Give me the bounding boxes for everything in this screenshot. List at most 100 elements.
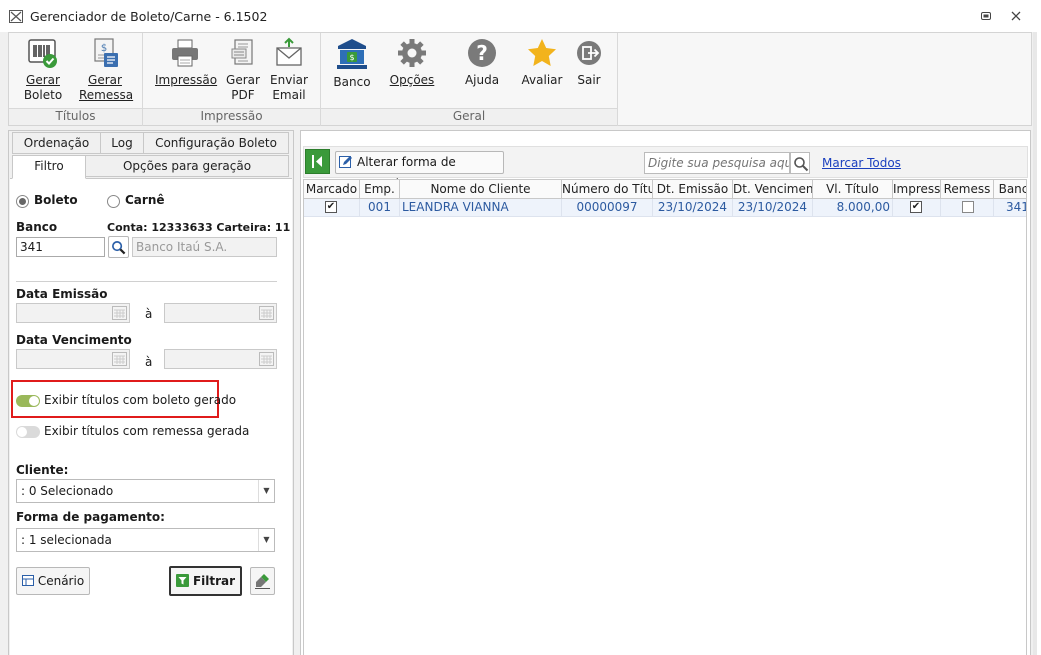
- column-header[interactable]: Marcado: [304, 180, 360, 199]
- cenario-button[interactable]: Cenário: [16, 567, 90, 595]
- app-icon: [9, 10, 23, 23]
- column-header[interactable]: Impress: [893, 180, 941, 199]
- group-label-impressao: Impressão: [143, 108, 320, 125]
- cliente-label: Cliente:: [16, 463, 69, 477]
- gerar-remessa-button[interactable]: $ Gerar Remessa: [79, 37, 134, 103]
- enviar-email-button[interactable]: Enviar Email: [270, 37, 308, 103]
- tab-opcoes-geracao[interactable]: Opções para geração: [85, 155, 289, 177]
- gerar-boleto-label-1: Gerar: [26, 73, 60, 87]
- column-header[interactable]: Vl. Título: [813, 180, 893, 199]
- column-header[interactable]: Remess: [941, 180, 994, 199]
- gerar-pdf-button[interactable]: Gerar PDF: [225, 37, 261, 103]
- ajuda-label: Ajuda: [464, 73, 500, 87]
- tab-log[interactable]: Log: [100, 132, 144, 154]
- svg-text:$: $: [101, 43, 107, 54]
- column-header[interactable]: Emp.: [360, 180, 400, 199]
- cell-marcado[interactable]: ✔: [304, 199, 360, 217]
- data-vencimento-to[interactable]: [164, 349, 277, 369]
- toggle-remessa-gerada[interactable]: [16, 426, 40, 438]
- column-header[interactable]: Dt. Emissão: [653, 180, 733, 199]
- filter-content: Boleto Carnê Banco Conta: 12333633 Carte…: [10, 178, 292, 655]
- impresso-checkbox[interactable]: ✔: [910, 201, 922, 213]
- tab-ordenacao[interactable]: Ordenação: [12, 132, 101, 154]
- enviar-email-label-1: Enviar: [270, 73, 308, 87]
- title-bar: Gerenciador de Boleto/Carne - 6.1502: [0, 0, 1041, 32]
- results-grid: Marcado Emp. Nome do Cliente Número do T…: [303, 179, 1027, 655]
- search-input[interactable]: [644, 152, 790, 174]
- search-icon: [794, 157, 809, 172]
- gear-icon: [398, 39, 426, 67]
- barcode-check-icon: [28, 39, 57, 68]
- table-row[interactable]: ✔ 001 LEANDRA VIANNA 00000097 23/10/2024…: [304, 199, 1026, 217]
- printer-icon: [172, 39, 198, 67]
- divider: [16, 281, 277, 282]
- collapse-left-icon: [312, 155, 322, 168]
- toggle-knob: [29, 396, 39, 406]
- forma-pagamento-label: Forma de pagamento:: [16, 510, 165, 524]
- data-emissao-from[interactable]: [16, 303, 130, 323]
- column-header[interactable]: Dt. Vencimen: [733, 180, 813, 199]
- close-icon[interactable]: [1008, 9, 1024, 23]
- carne-radio[interactable]: [107, 195, 120, 208]
- bank-icon: $: [337, 39, 367, 69]
- gerar-boleto-label-2: Boleto: [23, 88, 63, 102]
- cell-remessa[interactable]: [941, 199, 994, 217]
- star-icon: [528, 39, 556, 66]
- gerar-boleto-button[interactable]: Gerar Boleto: [23, 37, 63, 103]
- column-header[interactable]: Número do Títu: [562, 180, 653, 199]
- opcoes-label: Opções: [389, 73, 435, 87]
- window-edge: [1037, 32, 1041, 655]
- forma-pagamento-select[interactable]: : 1 selecionada ▼: [16, 528, 275, 552]
- column-header[interactable]: Nome do Cliente: [400, 180, 562, 199]
- cell-valor: 8.000,00: [813, 199, 893, 217]
- cliente-select[interactable]: : 0 Selecionado ▼: [16, 479, 275, 503]
- ajuda-button[interactable]: ? Ajuda: [462, 37, 502, 88]
- impressao-label: Impressão: [155, 73, 218, 87]
- svg-text:?: ?: [476, 41, 488, 65]
- banco-button[interactable]: $ Banco: [331, 37, 373, 90]
- cell-cliente: LEANDRA VIANNA: [400, 199, 562, 217]
- alterar-forma-pagamento-button[interactable]: Alterar forma de pagamento: [335, 151, 504, 190]
- data-vencimento-from[interactable]: [16, 349, 130, 369]
- boleto-radio[interactable]: [16, 195, 29, 208]
- ribbon: Gerar Boleto $ Gerar Remessa Impressão G…: [8, 32, 1032, 126]
- group-label-titulos: Títulos: [9, 108, 142, 125]
- gerar-remessa-label-2: Remessa: [79, 88, 134, 102]
- cell-numero: 00000097: [562, 199, 653, 217]
- calendar-icon: [112, 352, 127, 366]
- cell-emissao: 23/10/2024: [653, 199, 733, 217]
- cell-banco: 341: [994, 199, 1026, 217]
- data-emissao-to[interactable]: [164, 303, 277, 323]
- restore-icon[interactable]: [978, 9, 994, 23]
- toggle-boleto-gerado[interactable]: [16, 395, 40, 407]
- tab-configuracao-boleto[interactable]: Configuração Boleto: [143, 132, 289, 154]
- exit-icon: [577, 41, 601, 65]
- toggle-remessa-gerada-label: Exibir títulos com remessa gerada: [44, 424, 250, 438]
- remessa-checkbox[interactable]: [962, 201, 974, 213]
- toggle-knob: [17, 427, 27, 437]
- impressao-button[interactable]: Impressão: [155, 37, 218, 88]
- cenario-label: Cenário: [37, 574, 85, 588]
- clear-filter-button[interactable]: [250, 567, 275, 595]
- search-icon: [112, 241, 126, 255]
- collapse-panel-button[interactable]: [305, 149, 330, 174]
- search-button[interactable]: [790, 152, 810, 174]
- marcar-todos-link[interactable]: Marcar Todos: [822, 156, 901, 170]
- banco-label: Banco: [333, 75, 371, 89]
- column-header[interactable]: Banc: [994, 180, 1026, 199]
- forma-pagamento-value: : 1 selecionada: [21, 533, 112, 547]
- range-separator: à: [145, 307, 153, 321]
- sair-button[interactable]: Sair: [575, 37, 603, 88]
- avaliar-button[interactable]: Avaliar: [521, 37, 563, 88]
- banco-search-button[interactable]: [108, 236, 129, 258]
- banco-code-input[interactable]: 341: [16, 237, 105, 257]
- tab-filtro[interactable]: Filtro: [12, 155, 86, 179]
- cell-impresso[interactable]: ✔: [893, 199, 941, 217]
- marcado-checkbox[interactable]: ✔: [325, 201, 337, 213]
- opcoes-button[interactable]: Opções: [387, 37, 437, 88]
- group-label-geral: Geral: [321, 108, 617, 125]
- chevron-down-icon: ▼: [258, 529, 274, 551]
- filtrar-button[interactable]: Filtrar: [169, 566, 242, 596]
- svg-text:$: $: [349, 53, 354, 62]
- avaliar-label: Avaliar: [521, 73, 563, 87]
